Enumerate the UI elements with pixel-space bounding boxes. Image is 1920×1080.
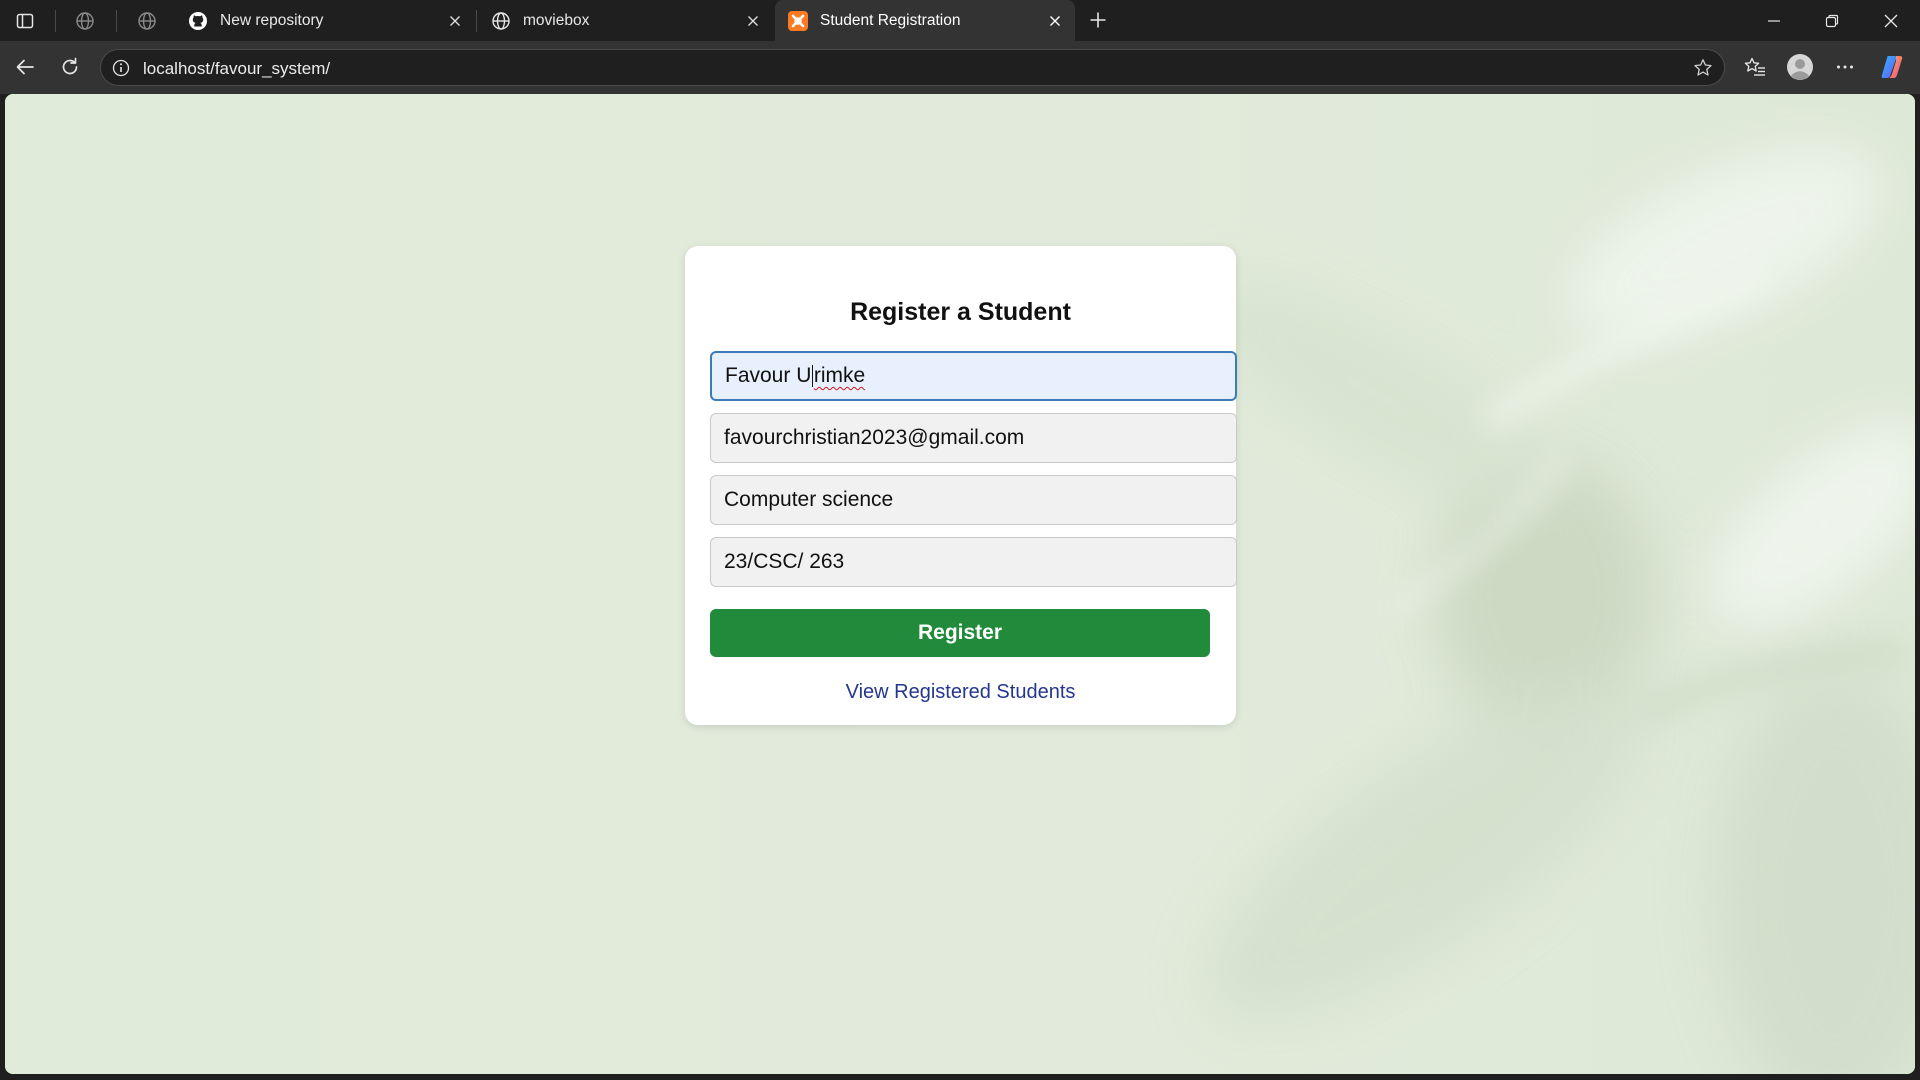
browser-toolbar: localhost/favour_system/ (0, 41, 1920, 94)
tab-strip: New repository moviebox Student Registra… (0, 0, 1920, 41)
email-input[interactable]: favourchristian2023@gmail.com (710, 413, 1237, 463)
close-tab-icon[interactable] (1045, 11, 1065, 31)
name-value-start: Favour U (725, 364, 812, 387)
address-url: localhost/favour_system/ (143, 59, 331, 78)
github-icon (187, 10, 209, 32)
tab-moviebox[interactable]: moviebox (478, 0, 773, 41)
copilot-icon[interactable] (1875, 50, 1909, 84)
site-info-icon[interactable] (111, 58, 131, 78)
tab-student-registration[interactable]: Student Registration (775, 0, 1075, 41)
new-tab-icon[interactable] (1084, 6, 1112, 34)
matric-number-value: 23/CSC/ 263 (724, 550, 845, 573)
close-window-icon[interactable] (1862, 0, 1920, 41)
department-value: Computer science (724, 488, 894, 511)
sidebar-toggle-icon[interactable] (12, 8, 38, 34)
close-tab-icon[interactable] (743, 11, 763, 31)
close-tab-icon[interactable] (445, 11, 465, 31)
tab-title: moviebox (523, 11, 590, 29)
favorites-list-icon[interactable] (1738, 50, 1772, 84)
xampp-icon (787, 10, 809, 32)
favorite-star-icon[interactable] (1692, 57, 1714, 79)
view-registered-students-link[interactable]: View Registered Students (685, 681, 1236, 704)
refresh-icon[interactable] (53, 50, 87, 84)
page-viewport: Register a Student Favour Urimke favourc… (5, 94, 1915, 1074)
tab-separator (55, 10, 56, 32)
tab-title: Student Registration (820, 11, 961, 29)
matric-number-input[interactable]: 23/CSC/ 263 (710, 537, 1237, 587)
globe-icon (490, 10, 512, 32)
department-input[interactable]: Computer science (710, 475, 1237, 525)
form-heading: Register a Student (850, 298, 1071, 326)
email-value: favourchristian2023@gmail.com (724, 426, 1025, 449)
name-value-end: rimke (813, 364, 866, 387)
tab-separator (116, 10, 117, 32)
tab-separator (476, 10, 477, 32)
profile-avatar-icon[interactable] (1783, 50, 1817, 84)
tab-new-repository[interactable]: New repository (175, 0, 475, 41)
collapsed-tab-globe-icon[interactable] (72, 8, 98, 34)
registration-card: Register a Student Favour Urimke favourc… (685, 246, 1237, 725)
register-button[interactable]: Register (710, 609, 1210, 657)
minimize-icon[interactable] (1745, 0, 1803, 41)
name-input[interactable]: Favour Urimke (710, 351, 1237, 401)
more-options-icon[interactable] (1828, 50, 1862, 84)
collapsed-tab-globe-icon[interactable] (134, 8, 160, 34)
tab-title: New repository (220, 11, 324, 29)
back-arrow-icon[interactable] (8, 50, 42, 84)
address-bar[interactable]: localhost/favour_system/ (100, 49, 1725, 86)
restore-icon[interactable] (1803, 0, 1861, 41)
